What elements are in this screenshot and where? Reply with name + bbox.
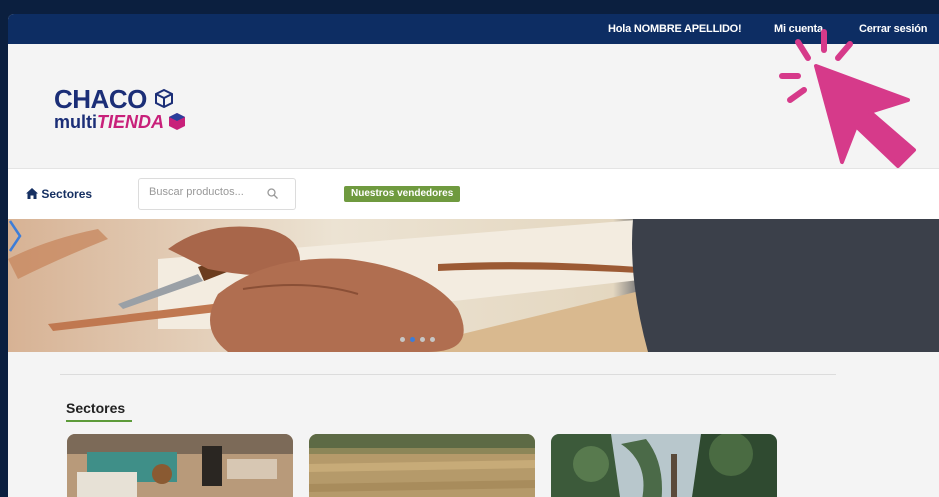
nav-sectores[interactable]: Sectores [26, 187, 92, 201]
sector-card-image [551, 434, 777, 497]
logo-chaco-text: CHACO [54, 84, 147, 114]
box-solid-icon [169, 113, 185, 130]
greeting-link[interactable]: Hola NOMBRE APELLIDO! [608, 23, 742, 35]
slider-dot[interactable] [430, 337, 435, 342]
logo-multi-text: multi [54, 112, 97, 132]
slider-dots [400, 337, 435, 342]
pointer-hand-icon [776, 28, 920, 177]
home-icon [26, 188, 38, 199]
sector-card-forest[interactable] [551, 434, 777, 497]
box-icon [154, 88, 173, 109]
search-box [138, 178, 296, 210]
search-input[interactable] [147, 185, 269, 199]
slider-dot[interactable] [400, 337, 405, 342]
sector-card-image [309, 434, 535, 497]
search-icon[interactable] [267, 188, 278, 199]
sector-card-image [67, 434, 293, 497]
chevron-right-icon[interactable] [8, 219, 22, 253]
nav-sectores-label: Sectores [41, 187, 93, 201]
divider [60, 374, 836, 375]
logo-tienda-text: TIENDA [97, 112, 164, 132]
vendors-button[interactable]: Nuestros vendedores [344, 186, 461, 202]
hero-slider[interactable] [8, 219, 939, 352]
section-title-underline [66, 420, 132, 422]
slider-dot-active[interactable] [410, 337, 415, 342]
sector-card-field[interactable] [309, 434, 535, 497]
hero-image [8, 219, 939, 352]
sector-card-crafts[interactable] [67, 434, 293, 497]
slider-dot[interactable] [420, 337, 425, 342]
section-title: Sectores [66, 400, 126, 416]
site-logo[interactable]: CHACO multi TIENDA [54, 86, 187, 132]
